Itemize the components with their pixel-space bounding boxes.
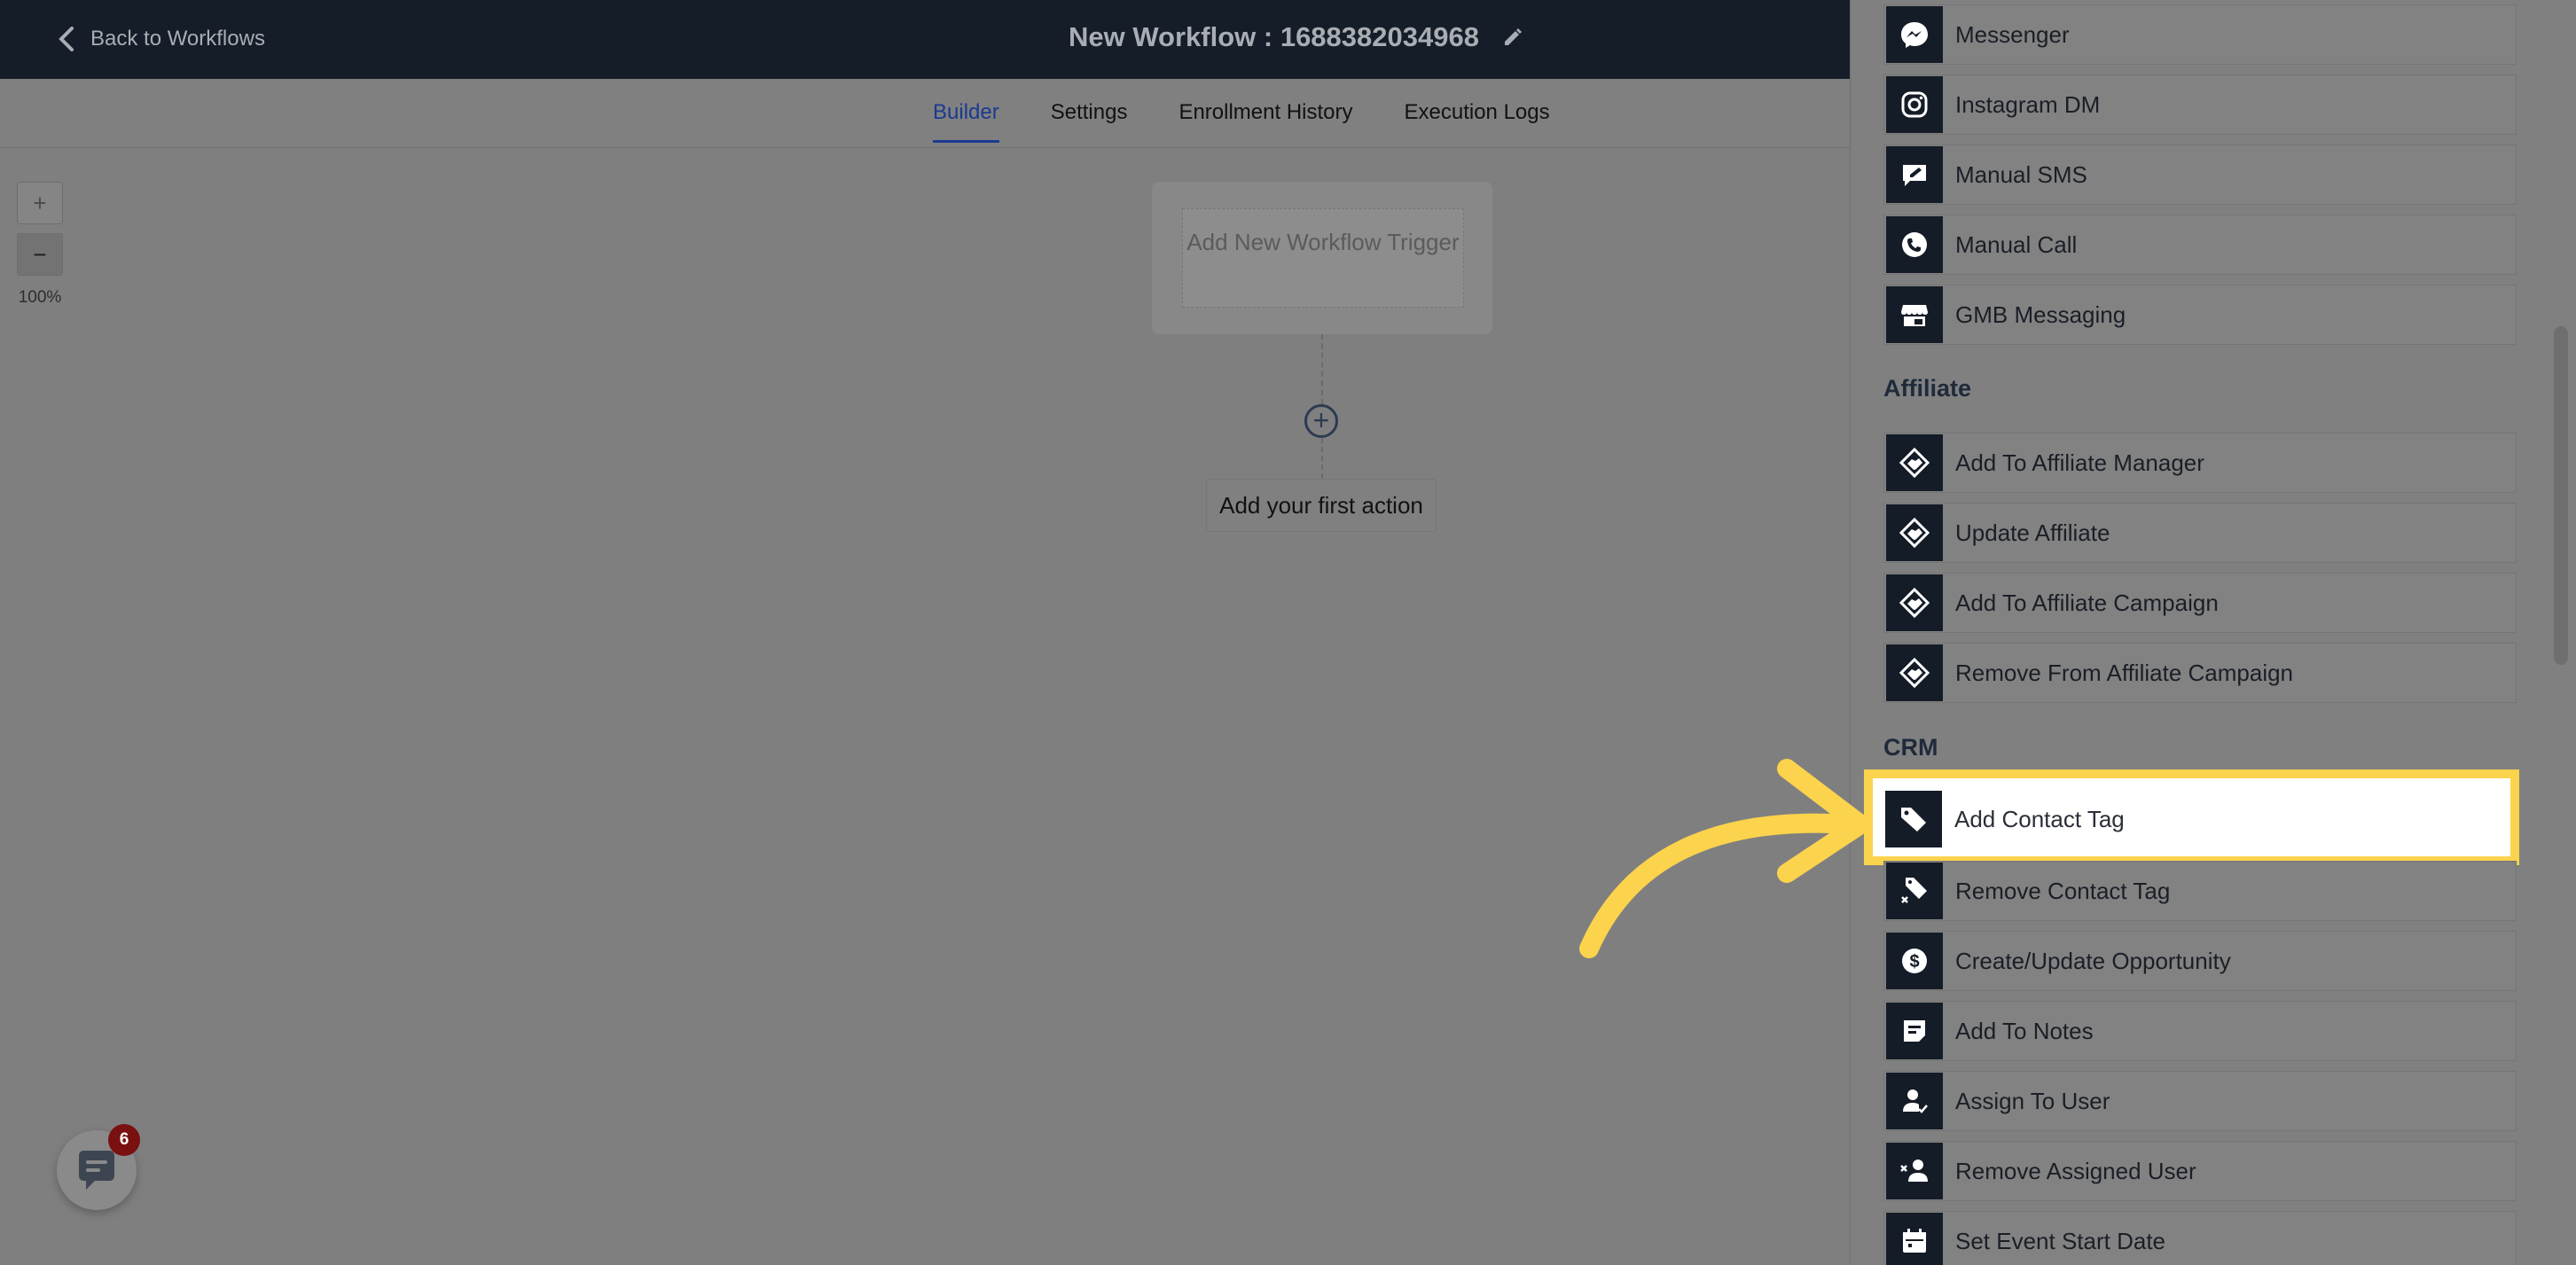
add-action-icon[interactable]: + bbox=[1304, 404, 1338, 438]
action-messenger[interactable]: Messenger bbox=[1883, 4, 2517, 65]
messenger-icon bbox=[1901, 22, 1928, 48]
chevron-left-icon bbox=[59, 27, 74, 51]
tab-execution-logs[interactable]: Execution Logs bbox=[1405, 100, 1550, 143]
section-title-crm: CRM bbox=[1883, 734, 1938, 761]
back-link-label: Back to Workflows bbox=[90, 27, 265, 51]
panel-scrollbar[interactable] bbox=[2554, 326, 2568, 665]
zoom-out-button[interactable]: − bbox=[17, 233, 63, 276]
tab-bar: Builder Settings Enrollment History Exec… bbox=[0, 79, 1850, 148]
action-label: Add To Affiliate Manager bbox=[1955, 449, 2204, 476]
workflow-title-text: New Workflow : 1688382034968 bbox=[1069, 21, 1479, 52]
action-add-to-notes[interactable]: Add To Notes bbox=[1883, 1001, 2517, 1061]
action-manual-call[interactable]: Manual Call bbox=[1883, 215, 2517, 275]
phone-icon bbox=[1902, 232, 1927, 257]
action-add-contact-tag[interactable]: Add Contact Tag bbox=[1883, 788, 2509, 850]
trigger-container: Add New Workflow Trigger bbox=[1152, 182, 1492, 334]
handshake-icon bbox=[1899, 657, 1930, 689]
handshake-icon bbox=[1899, 447, 1930, 479]
action-label: Manual Call bbox=[1955, 230, 2078, 258]
action-add-to-affiliate-manager[interactable]: Add To Affiliate Manager bbox=[1883, 433, 2517, 493]
action-update-affiliate[interactable]: Update Affiliate bbox=[1883, 503, 2517, 563]
action-label: Remove Contact Tag bbox=[1955, 877, 2171, 904]
zoom-in-button[interactable]: + bbox=[17, 182, 63, 224]
action-create-update-opportunity[interactable]: $ Create/Update Opportunity bbox=[1883, 931, 2517, 991]
action-label: Add Contact Tag bbox=[1954, 805, 2125, 832]
action-remove-assigned-user[interactable]: Remove Assigned User bbox=[1883, 1141, 2517, 1201]
tag-icon bbox=[1901, 808, 1926, 832]
action-label: Add To Notes bbox=[1955, 1017, 2094, 1044]
workflow-title: New Workflow : 1688382034968 bbox=[1069, 21, 1523, 53]
svg-text:$: $ bbox=[1909, 952, 1919, 972]
calendar-icon bbox=[1903, 1229, 1926, 1253]
action-label: Instagram DM bbox=[1955, 90, 2101, 118]
section-title-affiliate: Affiliate bbox=[1883, 375, 1972, 402]
user-check-icon bbox=[1903, 1089, 1928, 1113]
action-label: Remove From Affiliate Campaign bbox=[1955, 659, 2294, 686]
tab-builder[interactable]: Builder bbox=[933, 100, 999, 143]
add-trigger-button[interactable]: Add New Workflow Trigger bbox=[1182, 208, 1464, 308]
store-icon bbox=[1901, 305, 1928, 326]
note-icon bbox=[1904, 1020, 1925, 1042]
action-gmb-messaging[interactable]: GMB Messaging bbox=[1883, 285, 2517, 345]
action-set-event-start-date[interactable]: Set Event Start Date bbox=[1883, 1211, 2517, 1265]
back-to-workflows-link[interactable]: Back to Workflows bbox=[57, 25, 265, 53]
action-label: Manual SMS bbox=[1955, 160, 2087, 188]
action-label: Add To Affiliate Campaign bbox=[1955, 589, 2219, 616]
pointer-arrow-icon bbox=[1579, 759, 1870, 958]
zoom-controls: + − 100% bbox=[17, 182, 63, 308]
instagram-icon bbox=[1901, 91, 1928, 118]
pencil-icon[interactable] bbox=[1502, 27, 1523, 48]
connector-line bbox=[1321, 438, 1323, 479]
zoom-level: 100% bbox=[18, 288, 62, 307]
action-label: Assign To User bbox=[1955, 1087, 2110, 1114]
user-remove-icon bbox=[1900, 1160, 1928, 1182]
action-label: GMB Messaging bbox=[1955, 301, 2126, 328]
top-header: Back to Workflows New Workflow : 1688382… bbox=[0, 0, 1850, 79]
action-label: Remove Assigned User bbox=[1955, 1157, 2196, 1184]
tag-remove-icon bbox=[1901, 878, 1927, 903]
action-label: Set Event Start Date bbox=[1955, 1227, 2166, 1254]
manual-sms-icon bbox=[1903, 165, 1926, 186]
action-manual-sms[interactable]: Manual SMS bbox=[1883, 144, 2517, 205]
add-first-action-button[interactable]: Add your first action bbox=[1206, 479, 1437, 532]
handshake-icon bbox=[1899, 587, 1930, 619]
dollar-icon: $ bbox=[1902, 949, 1927, 973]
action-label: Messenger bbox=[1955, 20, 2070, 48]
action-add-to-affiliate-campaign[interactable]: Add To Affiliate Campaign bbox=[1883, 573, 2517, 633]
action-remove-contact-tag[interactable]: Remove Contact Tag bbox=[1883, 861, 2517, 921]
connector-line bbox=[1321, 334, 1323, 404]
action-remove-from-affiliate-campaign[interactable]: Remove From Affiliate Campaign bbox=[1883, 643, 2517, 703]
action-instagram-dm[interactable]: Instagram DM bbox=[1883, 74, 2517, 135]
handshake-icon bbox=[1899, 517, 1930, 549]
action-label: Update Affiliate bbox=[1955, 519, 2110, 546]
tab-enrollment-history[interactable]: Enrollment History bbox=[1178, 100, 1352, 143]
tab-settings[interactable]: Settings bbox=[1051, 100, 1128, 143]
action-label: Create/Update Opportunity bbox=[1955, 947, 2231, 974]
notification-badge: 6 bbox=[108, 1124, 140, 1156]
action-assign-to-user[interactable]: Assign To User bbox=[1883, 1071, 2517, 1131]
